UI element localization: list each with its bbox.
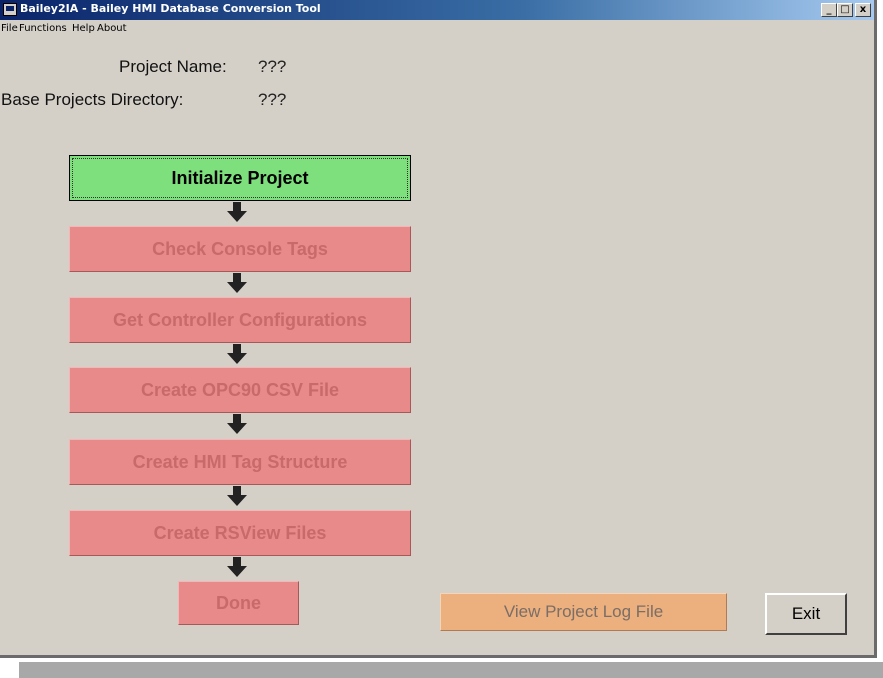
project-name-value: ??? [258, 57, 287, 76]
check-console-tags-button[interactable]: Check Console Tags [69, 226, 411, 272]
menu-bar: File Functions Help About [0, 21, 874, 37]
menu-about[interactable]: About [97, 23, 127, 34]
arrow-down-icon [227, 273, 247, 293]
exit-button[interactable]: Exit [765, 593, 847, 635]
close-button[interactable]: x [855, 3, 871, 17]
app-icon [3, 3, 17, 16]
window-title: Bailey2IA - Bailey HMI Database Conversi… [20, 2, 321, 15]
app-window: Bailey2IA - Bailey HMI Database Conversi… [0, 0, 877, 658]
menu-help[interactable]: Help [72, 23, 95, 34]
menu-functions[interactable]: Functions [19, 23, 67, 34]
arrow-down-icon [227, 344, 247, 364]
maximize-button[interactable]: □ [837, 3, 853, 17]
view-project-log-button[interactable]: View Project Log File [440, 593, 727, 631]
arrow-down-icon [227, 557, 247, 577]
menu-file[interactable]: File [1, 23, 18, 34]
done-button[interactable]: Done [178, 581, 299, 625]
minimize-button[interactable]: _ [821, 3, 837, 17]
base-directory-value: ??? [258, 90, 287, 109]
title-bar[interactable]: Bailey2IA - Bailey HMI Database Conversi… [0, 0, 874, 20]
window-shadow [19, 662, 883, 678]
project-name-label: Project Name: [119, 57, 227, 76]
create-rsview-files-button[interactable]: Create RSView Files [69, 510, 411, 556]
get-controller-configurations-button[interactable]: Get Controller Configurations [69, 297, 411, 343]
initialize-project-button[interactable]: Initialize Project [69, 155, 411, 201]
create-hmi-tag-structure-button[interactable]: Create HMI Tag Structure [69, 439, 411, 485]
base-directory-label: Base Projects Directory: [1, 90, 184, 109]
arrow-down-icon [227, 202, 247, 222]
arrow-down-icon [227, 486, 247, 506]
create-opc90-csv-button[interactable]: Create OPC90 CSV File [69, 367, 411, 413]
arrow-down-icon [227, 414, 247, 434]
